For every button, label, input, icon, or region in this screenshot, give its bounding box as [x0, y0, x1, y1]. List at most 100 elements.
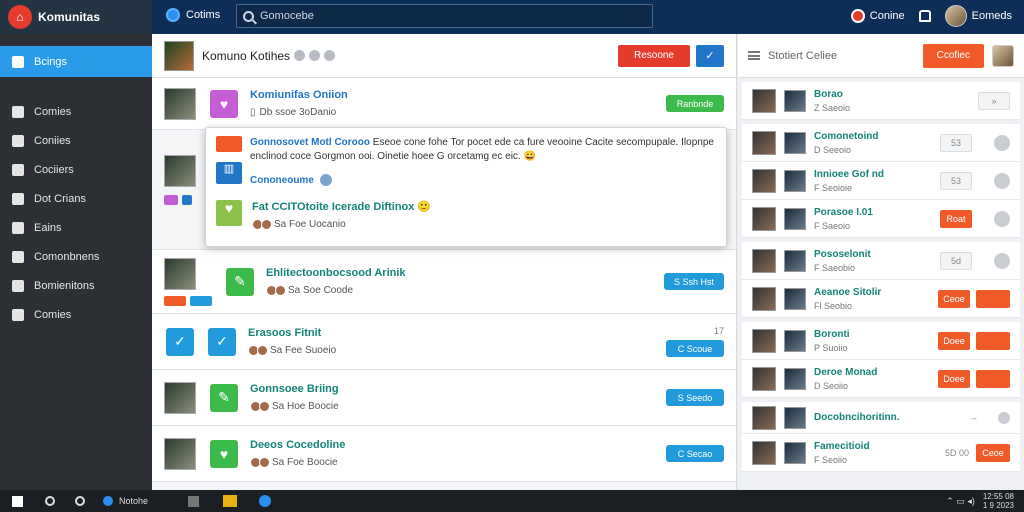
notifications-button[interactable]: Conine — [850, 9, 905, 23]
logo-icon: ⌂ — [8, 5, 32, 29]
check-button[interactable]: ✓ — [696, 44, 724, 67]
item-option-icon[interactable] — [994, 210, 1010, 227]
app-tab[interactable]: Cotims — [166, 8, 220, 22]
right-list-item[interactable]: Docobncihoritinn. – — [742, 402, 1020, 434]
row-actions: 17 C Scoue — [666, 326, 724, 357]
sidebar-item-5[interactable]: Eains — [0, 213, 152, 242]
item-body: Aeanoe Sitolir Fl Seobio — [814, 287, 938, 311]
more-icon[interactable] — [324, 50, 336, 61]
tray-icons[interactable]: ⌃ ▭ ◂) — [946, 496, 975, 507]
item-option-icon[interactable] — [994, 134, 1010, 151]
row-action-button[interactable]: C Scoue — [666, 340, 724, 357]
right-list-item[interactable]: Aeanoe Sitolir Fl Seobio Ceoe — [742, 280, 1020, 318]
row-action-button[interactable]: C Secao — [666, 445, 724, 462]
sidebar-item-label: Cociiers — [34, 163, 74, 176]
sidebar-item-3[interactable]: Cociiers — [0, 155, 152, 184]
item-action[interactable]: – — [958, 409, 990, 427]
sidebar-item-home[interactable]: Bcings — [0, 46, 152, 77]
chat-icon: ✎ — [210, 383, 238, 412]
item-action-button[interactable]: Ceoe — [938, 289, 970, 308]
right-panel-action-button[interactable]: Ccofiec — [922, 43, 984, 68]
folder-icon[interactable] — [223, 495, 238, 507]
list-item[interactable]: ♥ Deeos Cocedoline Sa Foe Boocie C Secao — [152, 426, 736, 482]
sidebar-item-label: Comies — [34, 308, 72, 321]
item-action[interactable]: » — [978, 91, 1010, 110]
sidebar-item-6[interactable]: Comonbnens — [0, 242, 152, 271]
row-action-button[interactable]: Ranbnde — [666, 95, 724, 112]
item-option-icon[interactable] — [994, 252, 1010, 269]
popup-link[interactable]: Cononeoume — [250, 174, 716, 186]
avatar — [944, 5, 967, 27]
sidebar-item-8[interactable]: Comies — [0, 300, 152, 329]
item-thumbnail-secondary — [784, 367, 806, 390]
item-subtitle: D Seeoio — [814, 144, 852, 155]
top-bar: ⌂ Komunitas Cotims Conine Eomeds — [0, 0, 1024, 34]
popup-text-line-1: Eseoe cone fohe Tor pocet ede ca fure ve… — [372, 137, 679, 148]
row-meta: Sa Soe Coode — [266, 285, 664, 296]
clock[interactable]: 12:55 08 1 9 2023 — [983, 492, 1014, 510]
row-action-button[interactable]: S Seedo — [666, 389, 724, 406]
right-list-item[interactable]: Famecitioid F Seoiio 5D 00 Ceoe — [742, 434, 1020, 472]
list-item[interactable]: ✓ ✓ Erasoos Fitnit Sa Fee Suoeio 17 C Sc… — [152, 314, 736, 370]
item-count: 5d — [940, 251, 972, 270]
browser-icon[interactable] — [259, 495, 272, 507]
item-subtitle: Z Saeoio — [814, 102, 851, 113]
row-subtitle: Sa Fee Suoeio — [270, 345, 337, 356]
app-title: Komunitas — [38, 10, 101, 24]
right-list-item[interactable]: Pososelonit F Saeobio 5d — [742, 242, 1020, 280]
right-list-item[interactable]: Borao Z Saeoio » — [742, 82, 1020, 120]
sidebar: Bcings Comies Coniies Cociiers Dot Crian… — [0, 34, 152, 490]
sidebar-item-2[interactable]: Coniies — [0, 126, 152, 155]
sidebar-item-label: Eains — [34, 221, 62, 234]
item-count: 53 — [940, 171, 972, 190]
info-icon[interactable] — [294, 50, 306, 61]
row-body: Gonnsoee Briing Sa Hoe Boocie — [250, 383, 666, 412]
item-secondary-button[interactable] — [976, 369, 1010, 388]
item-title: Pososelonit — [814, 248, 871, 260]
settings-icon[interactable] — [188, 495, 200, 507]
app-icon[interactable] — [103, 496, 113, 506]
app-logo[interactable]: ⌂ Komunitas — [0, 0, 152, 34]
bell-icon[interactable] — [918, 10, 931, 22]
popup-second-block: ♥ Fat CCITOtoite Icerade Diftinox 🙂 Sa F… — [216, 200, 716, 230]
item-secondary-button[interactable] — [976, 289, 1010, 308]
right-list-item[interactable]: Porasoe I.01 F Saeoio Roat — [742, 200, 1020, 238]
right-list-item[interactable]: Boronti P Suoiio Doee — [742, 322, 1020, 360]
item-secondary-button[interactable] — [976, 331, 1010, 350]
popup-title: Gonnosovet Motl Corooo — [250, 137, 370, 148]
post-preview-popup[interactable]: ▥ Gonnosovet Motl Corooo Eseoe cone fohe… — [205, 127, 727, 247]
item-option-icon[interactable] — [994, 172, 1010, 189]
sidebar-item-1[interactable]: Comies — [0, 97, 152, 126]
item-action-button[interactable]: Doee — [938, 369, 970, 388]
popup-second-body: Fat CCITOtoite Icerade Diftinox 🙂 Sa Foe… — [252, 200, 431, 230]
task-view-icon[interactable] — [75, 496, 85, 506]
start-icon[interactable] — [12, 495, 23, 507]
search-bar[interactable] — [236, 4, 653, 28]
list-item[interactable]: ♥ Komiunifas Oniion ▯ Db ssoe 3oDanio Ran… — [152, 78, 736, 130]
sidebar-item-4[interactable]: Dot Crians — [0, 184, 152, 213]
row-action-button[interactable]: S Ssh Hst — [663, 273, 724, 290]
primary-action-button[interactable]: Resoone — [617, 44, 690, 67]
item-title: Comonetoind — [814, 130, 879, 142]
settings-icon — [12, 250, 24, 263]
user-menu[interactable]: Eomeds — [944, 5, 1012, 27]
check-icon: ✓ — [208, 327, 236, 356]
search-icon[interactable] — [45, 496, 55, 506]
list-item[interactable]: ✎ Ehlitectoonbocsood Arinik Sa Soe Coode… — [152, 250, 736, 314]
item-option-icon[interactable] — [998, 411, 1010, 424]
item-action-button[interactable]: Doee — [938, 331, 970, 350]
share-icon[interactable] — [309, 50, 321, 61]
search-input[interactable] — [260, 10, 640, 22]
item-action-button[interactable]: Roat — [940, 209, 972, 228]
item-body: Porasoe I.01 F Saeoio — [814, 207, 940, 231]
item-action-button[interactable]: Ceoe — [976, 443, 1010, 462]
sidebar-item-7[interactable]: Bomienitons — [0, 271, 152, 300]
right-list-item[interactable]: Comonetoind D Seeoio 53 — [742, 124, 1020, 162]
right-list-item[interactable]: Innioee Gof nd F Seoioie 53 — [742, 162, 1020, 200]
avatar[interactable] — [992, 44, 1014, 67]
tag-icon — [164, 295, 186, 306]
right-list-item[interactable]: Deroe Monad D Seoiio Doee — [742, 360, 1020, 398]
list-item[interactable]: ✎ Gonnsoee Briing Sa Hoe Boocie S Seedo — [152, 370, 736, 426]
menu-icon[interactable] — [748, 51, 760, 60]
taskbar-app-label[interactable]: Notohe — [119, 496, 148, 506]
